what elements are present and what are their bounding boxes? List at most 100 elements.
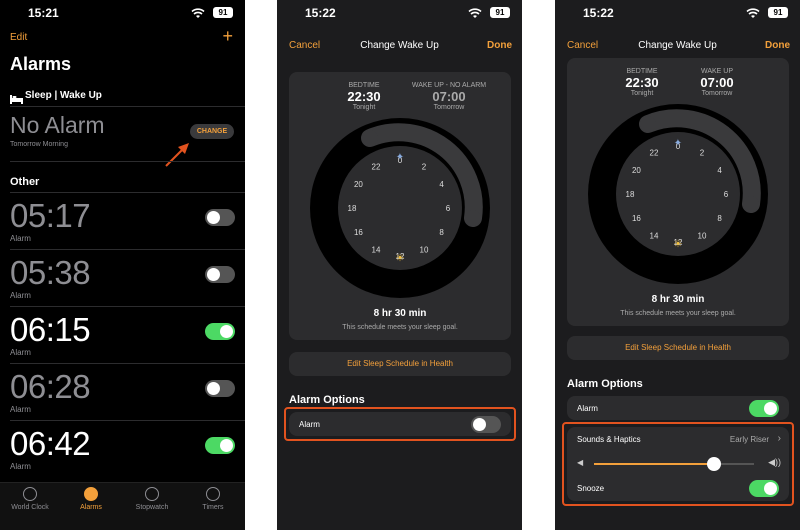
status-bar: 15:22 91 (555, 0, 800, 26)
wakeup-handle[interactable] (465, 210, 481, 226)
alarm-time: 05:17 (10, 197, 91, 234)
alarm-row[interactable]: 06:15 Alarm (0, 306, 245, 363)
status-time: 15:21 (28, 6, 59, 20)
tab-stopwatch[interactable]: Stopwatch (122, 487, 182, 511)
battery-icon: 91 (768, 7, 788, 18)
alarm-toggle[interactable] (205, 323, 235, 340)
wakeup-day: Tomorrow (701, 90, 733, 97)
wakeup-handle[interactable] (743, 196, 759, 212)
clock-number: 2 (422, 162, 427, 171)
add-alarm-button[interactable]: + (222, 26, 233, 47)
alarm-row-label: Alarm (577, 404, 598, 413)
tomorrow-morning-label: Tomorrow Morning (10, 141, 68, 148)
edit-health-button[interactable]: Edit Sleep Schedule in Health (289, 352, 511, 376)
clock-number: 20 (354, 180, 363, 189)
tab-alarms[interactable]: Alarms (61, 487, 121, 511)
sleep-wakeup-header: Sleep | Wake Up (25, 90, 102, 101)
alarm-option-row[interactable]: Alarm (567, 396, 789, 420)
sun-icon: ☀ (396, 253, 405, 264)
bedtime-label: BEDTIME (348, 82, 380, 89)
alarm-label: Alarm (10, 348, 31, 357)
divider (10, 161, 245, 162)
clock-number: 6 (724, 190, 729, 199)
sleep-clock-dial[interactable]: 0246810121416182022 ✦ ☀ (308, 116, 492, 300)
highlight-box (562, 422, 794, 506)
status-bar: 15:22 91 (277, 0, 522, 26)
tab-world-clock[interactable]: World Clock (0, 487, 60, 511)
sheet-title: Change Wake Up (638, 40, 717, 51)
alarm-options-header: Alarm Options (289, 394, 365, 406)
clock-number: 4 (717, 166, 722, 175)
alarm-row[interactable]: 05:38 Alarm (0, 249, 245, 306)
done-button[interactable]: Done (765, 40, 790, 51)
bedtime-handle[interactable] (362, 130, 378, 146)
bedtime-handle[interactable] (640, 116, 656, 132)
page-title: Alarms (10, 54, 72, 74)
sparkle-icon: ✦ (396, 152, 404, 163)
alarm-label: Alarm (10, 405, 31, 414)
sleep-goal-text: This schedule meets your sleep goal. (620, 310, 736, 317)
bedtime-label: BEDTIME (626, 68, 658, 75)
clock-number: 8 (439, 228, 444, 237)
schedule-card: BEDTIME 22:30 Tonight WAKE UP - NO ALARM… (289, 72, 511, 340)
alarm-label: Alarm (10, 462, 31, 471)
alarm-row[interactable]: 06:42 Alarm (0, 420, 245, 477)
wakeup-block: WAKE UP 07:00 Tomorrow (677, 68, 757, 97)
sheet-title: Change Wake Up (360, 40, 439, 51)
status-bar: 15:21 91 (0, 0, 245, 26)
alarm-time: 06:42 (10, 425, 91, 462)
bedtime-time: 22:30 (347, 89, 381, 104)
done-button[interactable]: Done (487, 40, 512, 51)
alarm-option-toggle[interactable] (749, 400, 779, 417)
edit-button[interactable]: Edit (10, 32, 27, 43)
tab-label: Stopwatch (135, 504, 169, 511)
alarm-options-header: Alarm Options (567, 378, 643, 390)
alarm-toggle[interactable] (205, 209, 235, 226)
clock-number: 8 (717, 214, 722, 223)
bedtime-time: 22:30 (625, 75, 659, 90)
wakeup-label: WAKE UP - NO ALARM (411, 82, 487, 89)
timer-icon (206, 487, 220, 501)
alarm-label: Alarm (10, 234, 31, 243)
wifi-icon (746, 6, 760, 24)
battery-icon: 91 (490, 7, 510, 18)
alarm-row[interactable]: 06:28 Alarm (0, 363, 245, 420)
status-time: 15:22 (583, 6, 614, 20)
wakeup-time: 07:00 (700, 75, 734, 90)
sleep-duration: 8 hr 30 min (651, 294, 705, 305)
tab-label: Timers (202, 504, 224, 511)
bedtime-day: Tonight (630, 90, 654, 97)
bedtime-block: BEDTIME 22:30 Tonight (324, 82, 404, 111)
bedtime-day: Tonight (352, 104, 376, 111)
sun-icon: ☀ (674, 239, 683, 250)
status-time: 15:22 (305, 6, 336, 20)
clock-number: 22 (372, 162, 381, 171)
wifi-icon (468, 6, 482, 24)
alarm-toggle[interactable] (205, 437, 235, 454)
alarm-row[interactable]: 05:17 Alarm (0, 192, 245, 249)
wakeup-block: WAKE UP - NO ALARM 07:00 Tomorrow (399, 82, 499, 111)
clock-number: 14 (650, 232, 659, 241)
alarm-toggle[interactable] (205, 266, 235, 283)
clock-number: 16 (632, 214, 641, 223)
battery-icon: 91 (213, 7, 233, 18)
clock-number: 2 (700, 148, 705, 157)
clock-number: 18 (626, 190, 635, 199)
divider (10, 106, 245, 107)
alarm-toggle[interactable] (205, 380, 235, 397)
alarms-screen: 15:21 91 Edit + Alarms Sleep | Wake Up N… (0, 0, 245, 530)
globe-icon (23, 487, 37, 501)
sleep-duration: 8 hr 30 min (373, 308, 427, 319)
clock-number: 4 (439, 180, 444, 189)
tab-timers[interactable]: Timers (183, 487, 243, 511)
sleep-clock-dial[interactable]: 0246810121416182022 ✦ ☀ (586, 102, 770, 286)
clock-number: 16 (354, 228, 363, 237)
alarm-clock-icon (84, 487, 98, 501)
wakeup-time: 07:00 (432, 89, 466, 104)
highlight-box (284, 407, 516, 441)
arrow-annotation (162, 140, 192, 175)
other-header: Other (10, 176, 40, 188)
change-button[interactable]: CHANGE (190, 124, 234, 139)
edit-health-button[interactable]: Edit Sleep Schedule in Health (567, 336, 789, 360)
alarm-time: 05:38 (10, 254, 91, 291)
